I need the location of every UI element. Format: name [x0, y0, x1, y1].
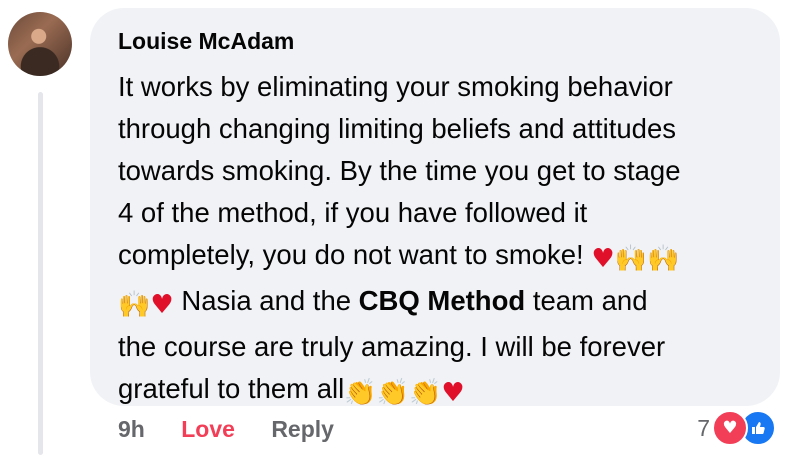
comment-line: completely, you do not want to smoke! ♥🙌…: [118, 234, 768, 280]
comment-line: the course are truly amazing. I will be …: [118, 331, 666, 362]
clap-emoji-icon: 👏: [408, 378, 442, 408]
raised-hands-emoji-icon: 🙌: [614, 244, 648, 274]
comment-body: It works by eliminating your smoking beh…: [118, 66, 768, 414]
heart-emoji-icon: ♥: [441, 378, 465, 408]
avatar[interactable]: [8, 12, 72, 76]
reaction-summary[interactable]: 7 ♥: [697, 410, 776, 446]
reply-button[interactable]: Reply: [271, 416, 334, 443]
comment-line: 🙌♥ Nasia and the CBQ Method team and: [118, 280, 768, 326]
love-button[interactable]: Love: [181, 416, 235, 443]
timestamp-link[interactable]: 9h: [118, 416, 145, 443]
heart-reaction-icon: ♥: [712, 410, 748, 446]
thread-line: [38, 92, 43, 455]
comment-line: It works by eliminating your smoking beh…: [118, 71, 673, 102]
cbq-method-link[interactable]: CBQ Method: [359, 285, 526, 316]
clap-emoji-icon: 👏: [344, 378, 377, 408]
heart-emoji-icon: ♥: [591, 244, 615, 274]
comment-author[interactable]: Louise McAdam: [118, 28, 294, 55]
clap-emoji-icon: 👏: [376, 378, 409, 408]
raised-hands-emoji-icon: 🙌: [647, 244, 680, 274]
comment-line: grateful to them all👏👏👏♥: [118, 368, 768, 414]
comment-line: 4 of the method, if you have followed it: [118, 197, 588, 228]
heart-emoji-icon: ♥: [150, 290, 174, 320]
reaction-count: 7: [697, 414, 710, 441]
comment-line: through changing limiting beliefs and at…: [118, 113, 677, 144]
comment-line: towards smoking. By the time you get to …: [118, 155, 681, 186]
comment-actions: 9h Love Reply: [118, 416, 364, 443]
raised-hands-emoji-icon: 🙌: [118, 290, 151, 320]
